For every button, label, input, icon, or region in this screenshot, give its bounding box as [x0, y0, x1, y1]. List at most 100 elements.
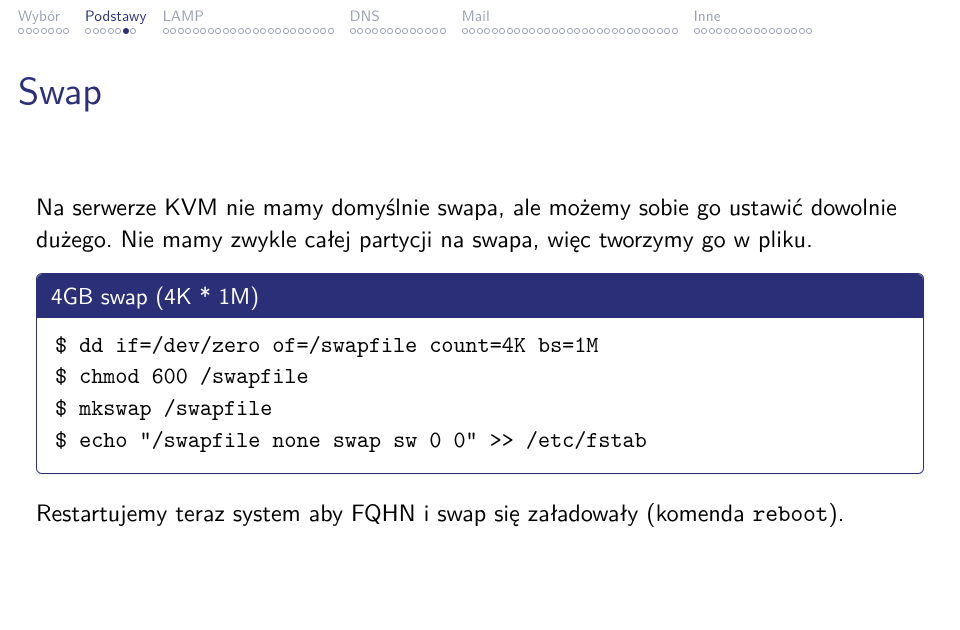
- nav-section[interactable]: Mail: [454, 4, 686, 38]
- progress-dot: [567, 28, 573, 34]
- progress-dot: [223, 28, 229, 34]
- progress-dot: [657, 28, 663, 34]
- progress-dot: [253, 28, 259, 34]
- progress-dot: [425, 28, 431, 34]
- reboot-command: reboot: [753, 497, 829, 529]
- progress-dot: [123, 28, 129, 34]
- progress-dot: [739, 28, 745, 34]
- slide-title: Swap: [0, 38, 960, 122]
- progress-dot: [48, 28, 54, 34]
- progress-dot: [776, 28, 782, 34]
- progress-dot: [484, 28, 490, 34]
- nav-progress-dots: [350, 28, 446, 36]
- progress-dot: [268, 28, 274, 34]
- progress-dot: [552, 28, 558, 34]
- outro-post: ).: [828, 494, 844, 529]
- progress-dot: [238, 28, 244, 34]
- code-line: $ dd if=/dev/zero of=/swapfile count=4K …: [55, 330, 905, 362]
- progress-dot: [387, 28, 393, 34]
- progress-dot: [672, 28, 678, 34]
- progress-dot: [559, 28, 565, 34]
- nav-label[interactable]: DNS: [350, 4, 380, 28]
- progress-dot: [716, 28, 722, 34]
- progress-dot: [612, 28, 618, 34]
- progress-dot: [410, 28, 416, 34]
- progress-dot: [26, 28, 32, 34]
- progress-dot: [178, 28, 184, 34]
- progress-dot: [589, 28, 595, 34]
- block-title: 4GB swap (4K * 1M): [37, 274, 923, 317]
- block-body: $ dd if=/dev/zero of=/swapfile count=4K …: [37, 318, 923, 473]
- nav-progress-dots: [85, 28, 136, 36]
- progress-dot: [664, 28, 670, 34]
- progress-dot: [731, 28, 737, 34]
- progress-dot: [130, 28, 136, 34]
- progress-dot: [522, 28, 528, 34]
- progress-dot: [432, 28, 438, 34]
- progress-dot: [462, 28, 468, 34]
- progress-dot: [193, 28, 199, 34]
- nav-label[interactable]: Inne: [694, 4, 721, 28]
- progress-dot: [100, 28, 106, 34]
- nav-label[interactable]: Mail: [462, 4, 490, 28]
- nav-label[interactable]: Podstawy: [85, 4, 147, 28]
- progress-dot: [469, 28, 475, 34]
- progress-dot: [642, 28, 648, 34]
- progress-dot: [185, 28, 191, 34]
- progress-dot: [260, 28, 266, 34]
- progress-dot: [85, 28, 91, 34]
- code-line: $ mkswap /swapfile: [55, 393, 905, 425]
- nav-section[interactable]: Podstawy: [77, 4, 155, 38]
- progress-dot: [701, 28, 707, 34]
- progress-dot: [634, 28, 640, 34]
- progress-dot: [769, 28, 775, 34]
- progress-dot: [365, 28, 371, 34]
- progress-dot: [283, 28, 289, 34]
- nav-progress-dots: [18, 28, 69, 36]
- progress-dot: [313, 28, 319, 34]
- progress-dot: [163, 28, 169, 34]
- progress-dot: [328, 28, 334, 34]
- progress-dot: [275, 28, 281, 34]
- example-block: 4GB swap (4K * 1M) $ dd if=/dev/zero of=…: [36, 273, 924, 473]
- progress-dot: [170, 28, 176, 34]
- progress-dot: [63, 28, 69, 34]
- progress-dot: [746, 28, 752, 34]
- progress-dot: [215, 28, 221, 34]
- progress-dot: [93, 28, 99, 34]
- progress-dot: [320, 28, 326, 34]
- progress-dot: [709, 28, 715, 34]
- progress-dot: [544, 28, 550, 34]
- progress-dot: [784, 28, 790, 34]
- progress-dot: [529, 28, 535, 34]
- nav-section[interactable]: Inne: [686, 4, 821, 38]
- nav-section[interactable]: LAMP: [155, 4, 342, 38]
- progress-dot: [694, 28, 700, 34]
- progress-dot: [649, 28, 655, 34]
- outro-paragraph: Restartujemy teraz system aby FQHN i swa…: [36, 496, 924, 530]
- nav-section[interactable]: Wybór: [10, 4, 77, 38]
- progress-dot: [597, 28, 603, 34]
- progress-dot: [582, 28, 588, 34]
- nav-label[interactable]: Wybór: [18, 4, 60, 28]
- progress-dot: [18, 28, 24, 34]
- progress-dot: [499, 28, 505, 34]
- nav-section[interactable]: DNS: [342, 4, 454, 38]
- code-line: $ echo "/swapfile none swap sw 0 0" >> /…: [55, 425, 905, 457]
- nav-label[interactable]: LAMP: [163, 4, 205, 28]
- progress-dot: [230, 28, 236, 34]
- progress-dot: [395, 28, 401, 34]
- progress-dot: [417, 28, 423, 34]
- nav-progress-dots: [694, 28, 813, 36]
- code-line: $ chmod 600 /swapfile: [55, 361, 905, 393]
- progress-dot: [604, 28, 610, 34]
- progress-dot: [791, 28, 797, 34]
- intro-paragraph: Na serwerze KVM nie mamy domyślnie swapa…: [36, 190, 924, 253]
- progress-dot: [41, 28, 47, 34]
- progress-dot: [537, 28, 543, 34]
- progress-dot: [627, 28, 633, 34]
- nav-progress-dots: [462, 28, 678, 36]
- progress-dot: [402, 28, 408, 34]
- section-nav: Wybór Podstawy LAMP DNS Mail Inne: [0, 0, 960, 38]
- slide-content: Na serwerze KVM nie mamy domyślnie swapa…: [0, 122, 960, 529]
